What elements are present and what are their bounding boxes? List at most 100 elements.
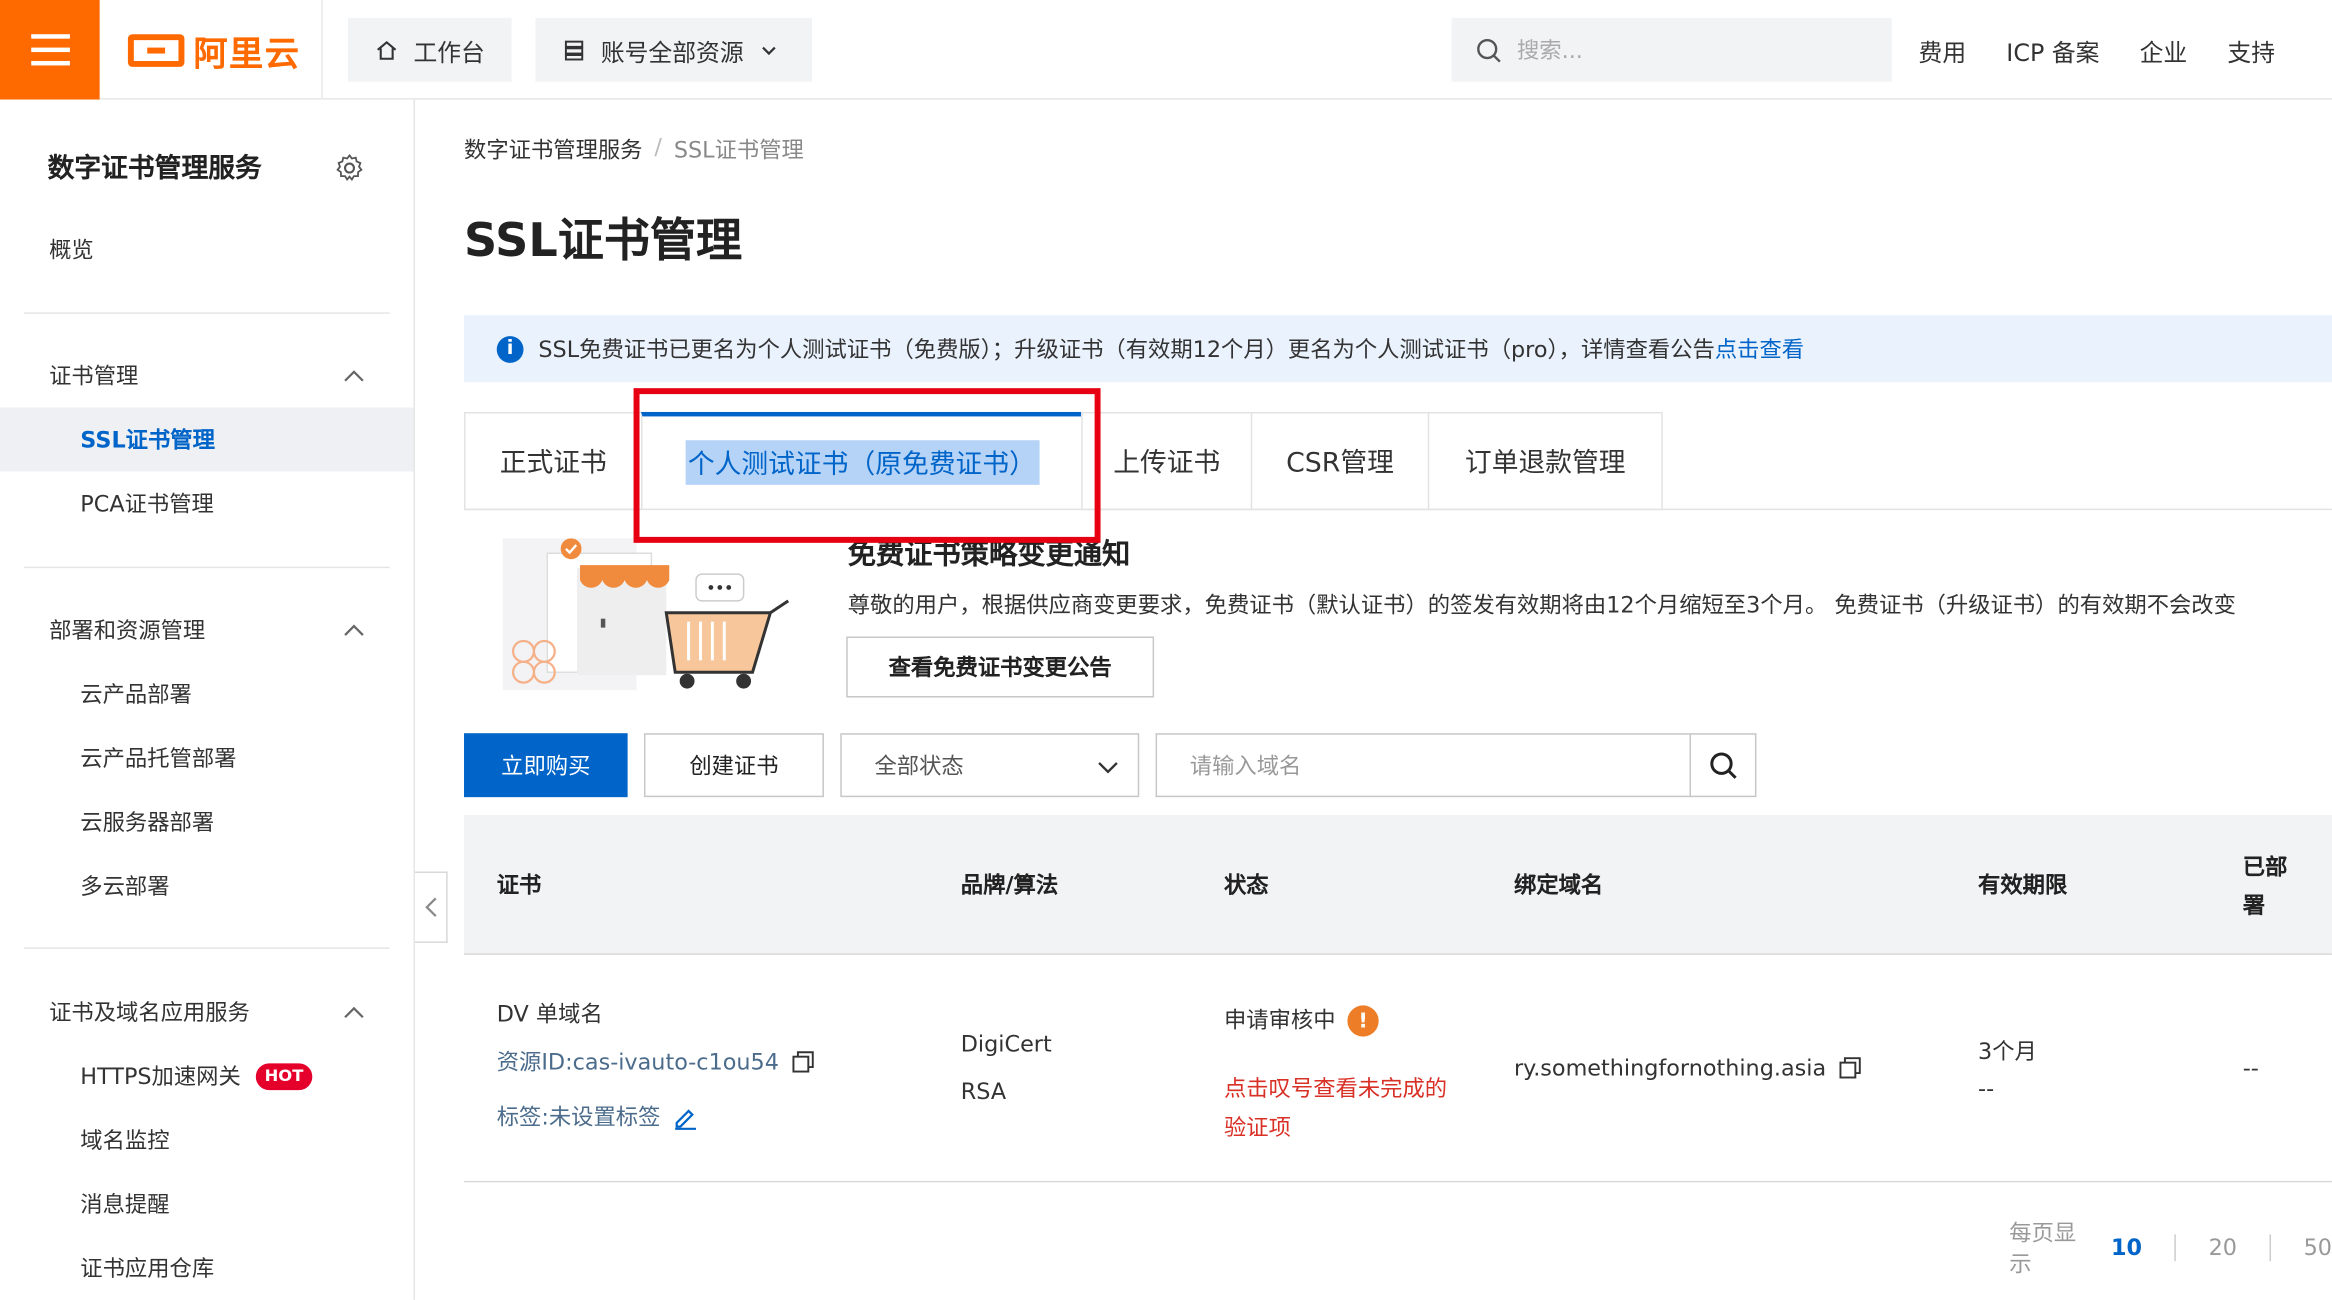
sidebar-group-label: 部署和资源管理 <box>49 617 206 644</box>
resources-dropdown[interactable]: 账号全部资源 <box>535 17 813 82</box>
exclamation-icon[interactable]: ! <box>1347 1005 1379 1037</box>
global-search[interactable]: 搜索... <box>1451 17 1892 82</box>
sidebar-item-label: PCA证书管理 <box>80 490 214 518</box>
validity-sub: -- <box>1978 1075 1995 1103</box>
chevron-down-icon <box>762 46 776 55</box>
domain-search-button[interactable] <box>1689 733 1757 798</box>
sidebar-item-https-gateway[interactable]: HTTPS加速网关 HOT <box>0 1044 413 1108</box>
aliyun-logo[interactable]: 阿里云 <box>127 27 301 75</box>
tab-label: CSR管理 <box>1286 447 1394 479</box>
sidebar-item-label: SSL证书管理 <box>80 426 215 454</box>
notice-message: SSL免费证书已更名为个人测试证书（免费版）；升级证书（有效期12个月）更名为个… <box>538 336 1715 363</box>
page-title: SSL证书管理 <box>464 214 743 268</box>
app-root: 阿里云 工作台 账号全部资源 搜索... 费用 ICP 备案 企业 支持 数字证… <box>0 0 2332 1300</box>
cert-status-text: 申请审核中 <box>1223 1006 1336 1034</box>
edit-icon[interactable] <box>672 1103 699 1130</box>
sidebar-collapse-button[interactable] <box>414 871 448 943</box>
sidebar-item-label: HTTPS加速网关 <box>80 1063 241 1091</box>
breadcrumb-root[interactable]: 数字证书管理服务 <box>464 134 642 165</box>
sidebar-item-ssl-cert[interactable]: SSL证书管理 <box>0 407 414 472</box>
page-size-50[interactable]: 50 <box>2304 1234 2332 1261</box>
cert-type: DV 单域名 <box>496 1000 603 1028</box>
page-size-label: 每页显示 <box>2009 1219 2077 1278</box>
cert-tag: 标签:未设置标签 <box>497 1101 699 1132</box>
sidebar-divider <box>23 312 390 314</box>
copy-icon[interactable] <box>1838 1056 1862 1080</box>
sidebar-item-cert-repo[interactable]: 证书应用仓库 <box>0 1236 413 1300</box>
status-select[interactable]: 全部状态 <box>840 733 1140 798</box>
column-header-deployed: 已部署 <box>2242 853 2288 920</box>
sidebar-item-multicloud-deploy[interactable]: 多云部署 <box>0 854 413 918</box>
cert-tabs: 正式证书 个人测试证书（原免费证书） 上传证书 CSR管理 订单退款管理 <box>464 411 1663 511</box>
tab-underline <box>464 508 2332 511</box>
sidebar-item-label: 域名监控 <box>80 1127 170 1155</box>
sidebar-divider <box>23 947 390 949</box>
status-hint[interactable]: 点击叹号查看未完成的验证项 <box>1224 1069 1462 1146</box>
sidebar-item-cloud-deploy[interactable]: 云产品部署 <box>0 662 413 726</box>
hot-badge: HOT <box>255 1062 313 1090</box>
tab-label: 上传证书 <box>1113 447 1221 479</box>
tab-label: 个人测试证书（原免费证书） <box>684 440 1039 485</box>
column-header-validity: 有效期限 <box>1978 871 2068 899</box>
tab-csr[interactable]: CSR管理 <box>1250 411 1428 511</box>
link-icp[interactable]: ICP 备案 <box>2006 32 2099 68</box>
tab-formal-cert[interactable]: 正式证书 <box>464 411 642 511</box>
sidebar-group-cert-management[interactable]: 证书管理 <box>0 344 413 408</box>
page-size-10[interactable]: 10 <box>2111 1234 2142 1261</box>
sidebar-item-overview[interactable]: 概览 <box>0 217 413 281</box>
gear-icon[interactable] <box>335 153 365 183</box>
promo-text: 尊敬的用户，根据供应商变更要求，免费证书（默认证书）的签发有效期将由12个月缩短… <box>847 591 2236 619</box>
sidebar-group-label: 证书及域名应用服务 <box>49 999 250 1027</box>
column-header-brand: 品牌/算法 <box>960 871 1059 899</box>
sidebar-item-label: 云产品托管部署 <box>80 745 237 772</box>
sidebar-group-app-services[interactable]: 证书及域名应用服务 <box>0 980 413 1044</box>
link-billing[interactable]: 费用 <box>1919 32 1967 68</box>
sidebar-divider <box>23 566 390 569</box>
domain-search-input[interactable] <box>1155 733 1691 798</box>
deployed-value: -- <box>2242 1054 2259 1082</box>
search-icon <box>1709 751 1736 779</box>
tab-personal-test-cert[interactable]: 个人测试证书（原免费证书） <box>641 411 1082 511</box>
status-select-value: 全部状态 <box>874 752 964 780</box>
chevron-left-icon <box>424 897 436 917</box>
workbench-button[interactable]: 工作台 <box>348 17 512 82</box>
logo-mark-icon <box>127 34 185 67</box>
sidebar-item-label: 概览 <box>49 236 94 264</box>
notice-link[interactable]: 点击查看 <box>1715 336 1804 363</box>
view-announcement-button[interactable]: 查看免费证书变更公告 <box>846 636 1155 698</box>
resource-id: 资源ID:cas-ivauto-c1ou54 <box>497 1046 815 1077</box>
create-cert-button[interactable]: 创建证书 <box>643 733 824 798</box>
column-header-cert: 证书 <box>496 871 542 899</box>
link-enterprise[interactable]: 企业 <box>2140 32 2188 68</box>
chevron-up-icon <box>344 1006 364 1019</box>
page-size-selector: 每页显示 10 20 50 <box>2009 1217 2332 1279</box>
cert-brand: DigiCert <box>960 1030 1052 1058</box>
table-row: DV 单域名 资源ID:cas-ivauto-c1ou54 标签:未设置标签 D… <box>464 956 2332 1183</box>
sidebar-item-notifications[interactable]: 消息提醒 <box>0 1172 413 1236</box>
cert-tag-text: 标签:未设置标签 <box>496 1103 661 1131</box>
copy-icon[interactable] <box>791 1049 815 1073</box>
sidebar-item-server-deploy[interactable]: 云服务器部署 <box>0 790 413 854</box>
tab-upload-cert[interactable]: 上传证书 <box>1081 411 1251 511</box>
sidebar-item-pca-cert[interactable]: PCA证书管理 <box>0 471 413 535</box>
tab-refund[interactable]: 订单退款管理 <box>1427 411 1663 511</box>
search-icon <box>1477 38 1501 62</box>
cert-status: 申请审核中! <box>1224 1004 1379 1037</box>
bound-domain: ry.somethingfornothing.asia <box>1514 1054 1862 1081</box>
logo-text: 阿里云 <box>193 35 301 75</box>
chevron-up-icon <box>344 624 364 636</box>
link-support[interactable]: 支持 <box>2227 32 2275 68</box>
sidebar-item-domain-monitor[interactable]: 域名监控 <box>0 1108 413 1172</box>
column-header-status: 状态 <box>1223 871 1269 899</box>
info-icon: i <box>496 335 524 363</box>
menu-icon[interactable] <box>0 0 100 100</box>
sidebar: 数字证书管理服务 概览 证书管理 SSL证书管理 PCA证书管理 部署和资源管理… <box>0 99 415 1300</box>
sidebar-group-deploy[interactable]: 部署和资源管理 <box>0 598 413 662</box>
chevron-up-icon <box>344 370 364 382</box>
search-placeholder: 搜索... <box>1516 37 1583 64</box>
buy-now-button[interactable]: 立即购买 <box>464 733 628 798</box>
sidebar-item-hosted-deploy[interactable]: 云产品托管部署 <box>0 726 413 790</box>
page-size-20[interactable]: 20 <box>2209 1234 2237 1261</box>
column-header-domain: 绑定域名 <box>1514 871 1604 899</box>
sidebar-item-label: 证书应用仓库 <box>80 1255 215 1283</box>
